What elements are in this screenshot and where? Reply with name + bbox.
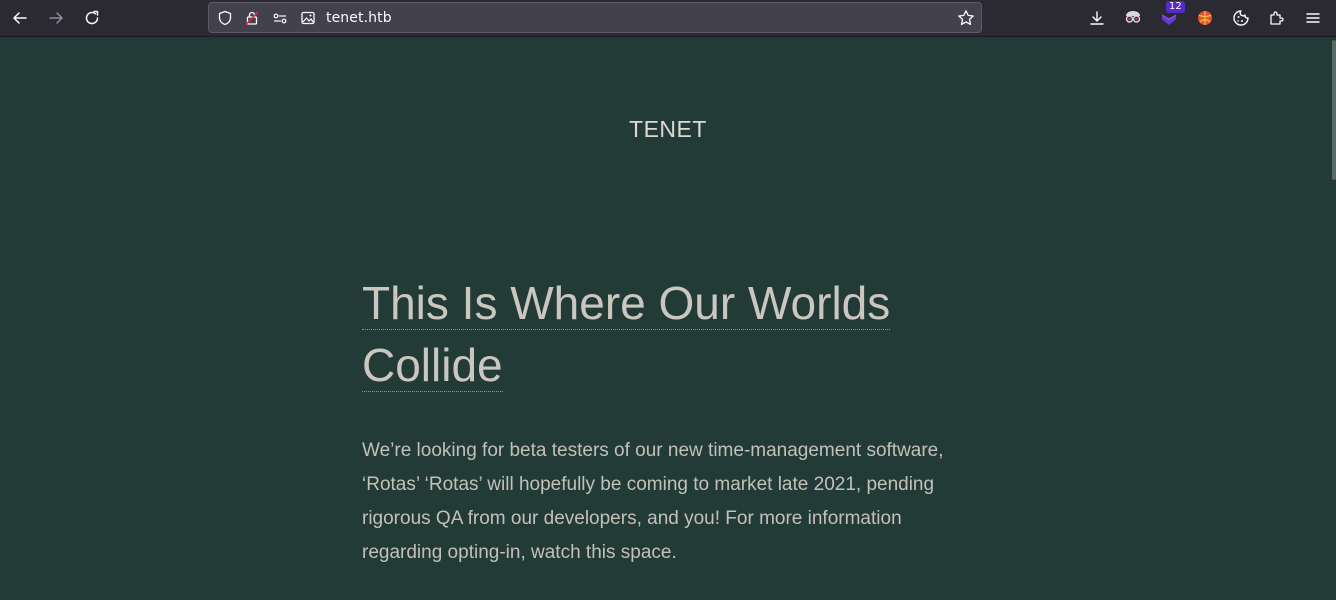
extension-ball-button[interactable]: [1193, 6, 1217, 30]
reload-button[interactable]: [80, 6, 104, 30]
extension-spy-icon: [1125, 11, 1141, 23]
forward-button[interactable]: [44, 6, 68, 30]
extension-spy-button[interactable]: [1121, 6, 1145, 30]
image-icon: [299, 9, 317, 27]
cookie-button[interactable]: [1229, 6, 1253, 30]
address-bar[interactable]: tenet.htb: [208, 2, 982, 33]
forward-icon: [49, 12, 63, 24]
cookie-icon: [1233, 10, 1249, 26]
lock-icon[interactable]: [243, 9, 261, 27]
bookmark-star-icon[interactable]: [957, 9, 975, 27]
post-body: We’re looking for beta testers of our ne…: [362, 440, 944, 563]
site-title-link[interactable]: TENET: [0, 116, 1336, 143]
extension-shield-button[interactable]: 12: [1157, 1, 1185, 30]
url-text[interactable]: tenet.htb: [326, 10, 392, 26]
browser-toolbar: tenet.htb 12: [0, 0, 1336, 37]
back-icon: [13, 12, 27, 24]
extension-ball-icon: [1198, 11, 1212, 25]
menu-icon: [1306, 13, 1320, 23]
post-title-link[interactable]: This Is Where Our Worlds Collide: [362, 277, 891, 392]
page-scrollbar[interactable]: [1332, 40, 1336, 180]
download-icon: [1090, 11, 1104, 25]
downloads-button[interactable]: [1085, 6, 1109, 30]
post-article: This Is Where Our Worlds Collide We’re l…: [362, 272, 962, 570]
reload-icon: [85, 10, 99, 25]
back-button[interactable]: [8, 6, 32, 30]
puzzle-icon: [1270, 11, 1284, 25]
permissions-icon[interactable]: [271, 9, 289, 27]
shield-icon[interactable]: [216, 9, 234, 27]
app-menu-button[interactable]: [1301, 6, 1325, 30]
extensions-button[interactable]: [1265, 6, 1289, 30]
extension-badge: 12: [1166, 1, 1185, 13]
post-title: This Is Where Our Worlds Collide: [362, 272, 962, 396]
